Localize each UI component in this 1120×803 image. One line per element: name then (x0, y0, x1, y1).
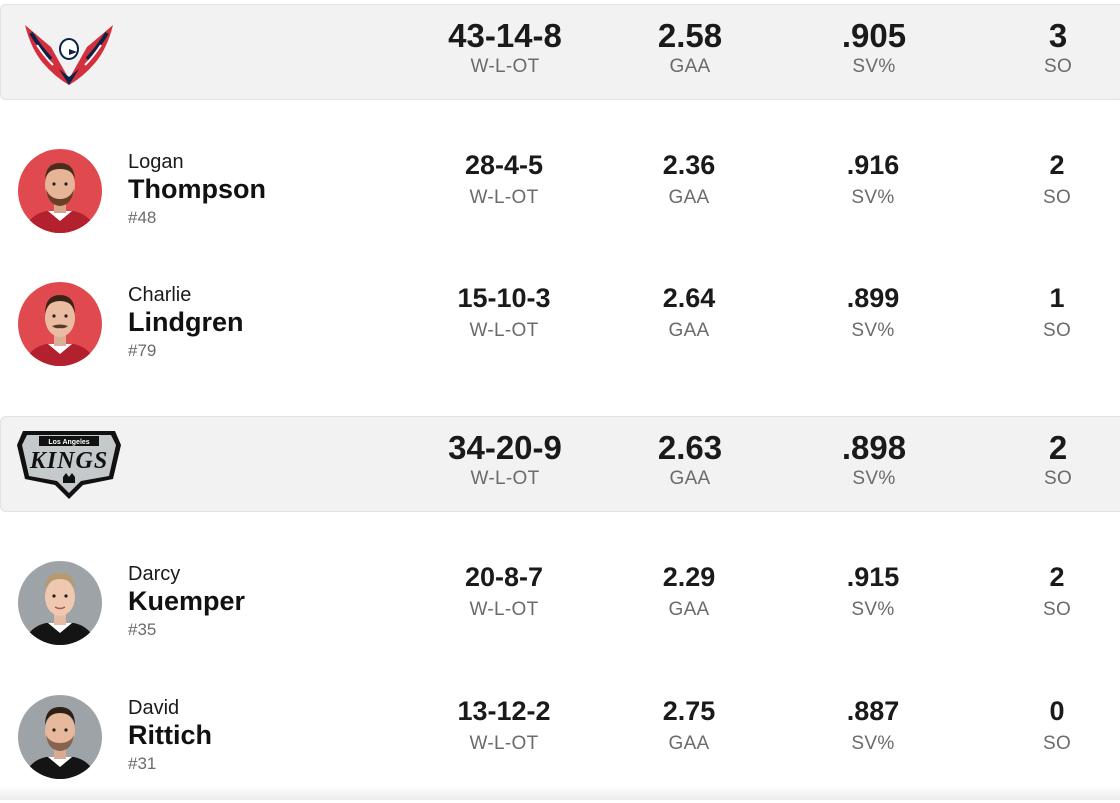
team-so-value: 2 (1048, 429, 1068, 466)
player-so-value: 0 (1049, 696, 1065, 726)
svg-text:Los Angeles: Los Angeles (48, 439, 89, 446)
player-row[interactable]: Charlie Lindgren #79 15-10-3 W-L-OT 2.64… (0, 260, 1120, 390)
player-last-name: Lindgren (128, 307, 244, 337)
player-first-name: Charlie (128, 284, 192, 306)
kings-shield-logo-icon[interactable]: Los Angeles KINGS (13, 427, 125, 503)
player-name[interactable]: Charlie Lindgren #79 (128, 284, 244, 362)
player-so-value: 1 (1049, 283, 1065, 313)
svg-text:KINGS: KINGS (29, 448, 108, 474)
player-number: #48 (128, 208, 157, 227)
team-summary-kings: Los Angeles KINGS 34-20-9 W-L-OT 2.63 GA… (0, 416, 1120, 512)
team-summary-capitals: 43-14-8 W-L-OT 2.58 GAA .905 SV% 3 SO (0, 4, 1120, 100)
player-name[interactable]: Darcy Kuemper #35 (128, 563, 245, 641)
player-number: #31 (128, 754, 157, 773)
player-row[interactable]: Darcy Kuemper #35 20-8-7 W-L-OT 2.29 GAA… (0, 539, 1120, 669)
player-name[interactable]: David Rittich #31 (128, 697, 212, 775)
player-so-label: SO (1042, 733, 1072, 754)
player-avatar[interactable] (18, 561, 102, 645)
player-last-name: Kuemper (128, 586, 246, 616)
player-first-name: David (128, 697, 180, 719)
player-avatar[interactable] (18, 149, 102, 233)
player-row[interactable]: Logan Thompson #48 28-4-5 W-L-OT 2.36 GA… (0, 127, 1120, 257)
player-so-label: SO (1042, 599, 1072, 620)
player-so-stat: 2 SO (947, 561, 1120, 622)
team-so-stat: 3 SO (948, 17, 1120, 79)
player-first-name: Darcy (128, 563, 181, 585)
team-so-label: SO (1043, 468, 1073, 489)
bottom-scroll-shadow (0, 786, 1120, 800)
player-avatar[interactable] (18, 282, 102, 366)
player-so-stat: 0 SO (947, 695, 1120, 756)
player-name[interactable]: Logan Thompson #48 (128, 151, 266, 229)
capitals-eagle-logo-icon[interactable] (21, 19, 117, 91)
team-so-value: 3 (1048, 17, 1068, 54)
player-row[interactable]: David Rittich #31 13-12-2 W-L-OT 2.75 GA… (0, 673, 1120, 803)
player-so-stat: 2 SO (947, 149, 1120, 210)
player-number: #35 (128, 620, 157, 639)
team-so-label: SO (1043, 56, 1073, 77)
player-avatar[interactable] (18, 695, 102, 779)
player-so-label: SO (1042, 187, 1072, 208)
player-last-name: Rittich (128, 720, 212, 750)
player-so-value: 2 (1049, 150, 1065, 180)
player-so-stat: 1 SO (947, 282, 1120, 343)
player-number: #79 (128, 341, 157, 360)
player-first-name: Logan (128, 151, 184, 173)
team-so-stat: 2 SO (948, 429, 1120, 491)
player-so-label: SO (1042, 320, 1072, 341)
player-last-name: Thompson (128, 174, 266, 204)
player-so-value: 2 (1049, 562, 1065, 592)
